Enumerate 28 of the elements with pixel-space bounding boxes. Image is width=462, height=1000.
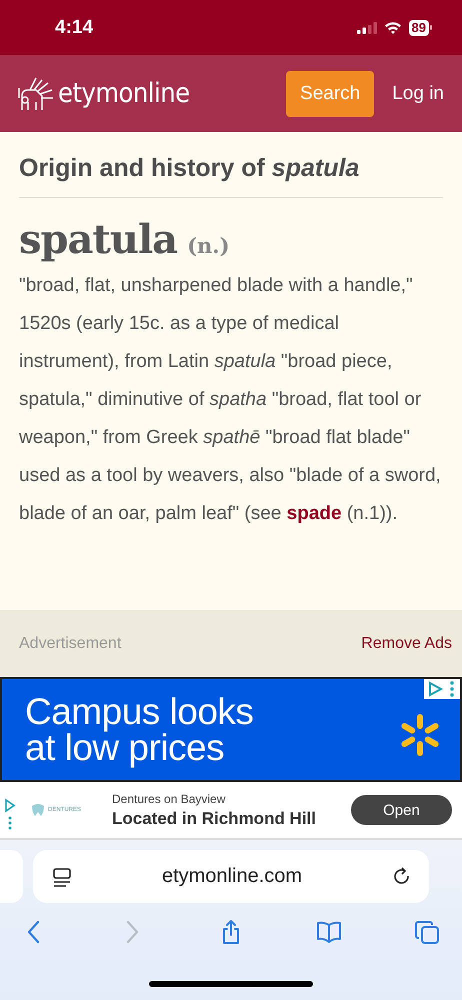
logo-text[interactable]: etymonline <box>58 78 190 109</box>
signal-icon <box>356 22 377 34</box>
book-icon[interactable] <box>316 919 342 945</box>
griffin-logo-icon[interactable] <box>16 76 56 112</box>
part-of-speech: (n.) <box>187 233 230 258</box>
banner-ad[interactable]: Campus looks at low prices <box>0 677 462 782</box>
definition-text: "broad, flat, unsharpened blade with a handle," 1520s (early 15c. as a type of medical instrument), from Latin spatula "broad piece, spatula," diminutive of spatha "broad, flat tool or weapon," from Greek spathē "broad flat blade" used as a tool by weavers, also "blade of a sword, blade of an oar, palm leaf" (see spade (n.1)). <box>19 274 442 526</box>
reload-icon[interactable] <box>392 866 412 886</box>
url-text: etymonline.com <box>162 865 302 888</box>
article-heading: Origin and history of spatula <box>19 154 443 198</box>
remove-ads-link[interactable]: Remove Ads <box>361 634 452 652</box>
ad-label: Advertisement <box>19 634 122 652</box>
open-button[interactable]: Open <box>351 795 452 825</box>
advertiser-name: Dentures on Bayview <box>112 792 226 806</box>
ad-headline: Campus looks <box>25 694 254 730</box>
word-link[interactable]: spade <box>286 503 342 524</box>
battery-icon: 89 <box>408 20 432 36</box>
login-link[interactable]: Log in <box>392 82 444 104</box>
reader-icon[interactable] <box>52 866 72 886</box>
status-time: 4:14 <box>55 16 94 38</box>
tabs-icon[interactable] <box>414 919 440 945</box>
entry-word: spatula <box>19 216 178 263</box>
ad-headline: Located in Richmond Hill <box>112 808 318 828</box>
ad-choices-icon[interactable] <box>4 798 16 832</box>
tooth-logo-icon <box>30 803 46 817</box>
wifi-icon <box>384 21 402 34</box>
ad-choices-icon[interactable] <box>424 679 460 699</box>
address-bar[interactable]: etymonline.com <box>33 850 429 903</box>
